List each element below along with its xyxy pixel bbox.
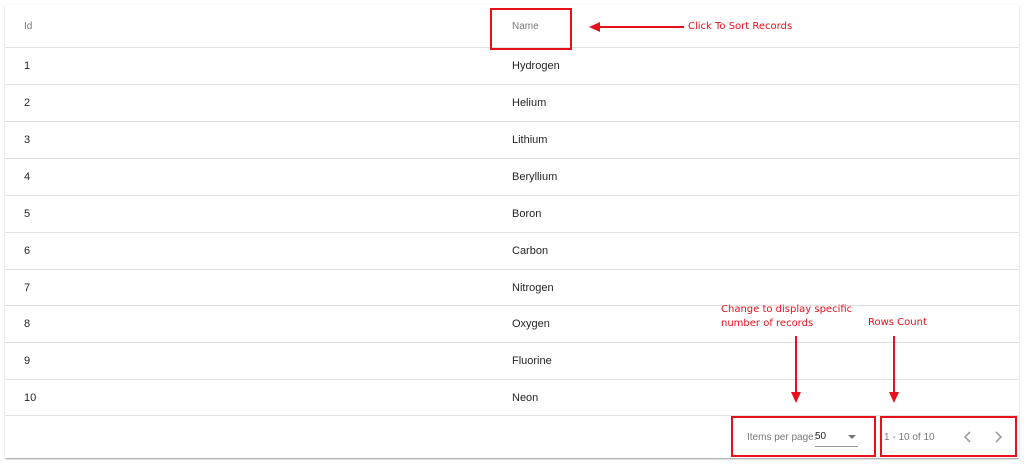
cell-name: Hydrogen <box>512 60 560 72</box>
table-row[interactable]: 5 Boron <box>5 196 1019 233</box>
cell-name: Helium <box>512 97 547 109</box>
rows-count-annotation: Rows Count <box>868 317 927 328</box>
cell-id: 5 <box>24 208 31 220</box>
cell-name: Beryllium <box>512 171 558 183</box>
cell-id: 10 <box>24 391 37 404</box>
table-row[interactable]: 1 Hydrogen <box>5 48 1019 85</box>
cell-id: 2 <box>24 97 31 109</box>
column-header-id[interactable]: Id <box>24 5 32 47</box>
cell-name: Neon <box>512 391 539 404</box>
table-row[interactable]: 2 Helium <box>5 85 1019 122</box>
cell-id: 4 <box>24 171 31 183</box>
table-row[interactable]: 10 Neon <box>5 380 1019 416</box>
table-row[interactable]: 4 Beryllium <box>5 159 1019 196</box>
cell-id: 1 <box>24 60 31 72</box>
cell-name: Fluorine <box>512 355 552 367</box>
cell-name: Boron <box>512 208 542 220</box>
table-row[interactable]: 9 Fluorine <box>5 343 1019 380</box>
table-row[interactable]: 8 Oxygen <box>5 306 1019 343</box>
cell-name: Lithium <box>512 134 548 146</box>
cell-id: 6 <box>24 245 31 257</box>
sort-highlight-box <box>490 8 572 50</box>
table-row[interactable]: 3 Lithium <box>5 122 1019 159</box>
cell-name: Nitrogen <box>512 281 554 294</box>
cell-id: 9 <box>24 355 31 367</box>
cell-id: 3 <box>24 134 31 146</box>
table-row[interactable]: 6 Carbon <box>5 233 1019 270</box>
rows-count-highlight-box <box>880 416 1017 457</box>
sort-annotation: Click To Sort Records <box>688 21 793 32</box>
cell-name: Oxygen <box>512 318 550 330</box>
cell-id: 7 <box>24 281 31 294</box>
page-size-annotation-line1: Change to display specific <box>721 304 853 315</box>
cell-name: Carbon <box>512 245 549 257</box>
table-row[interactable]: 7 Nitrogen <box>5 270 1019 306</box>
cell-id: 8 <box>24 318 31 330</box>
page-size-annotation-line2: number of records <box>721 318 814 329</box>
page-size-highlight-box <box>731 416 876 457</box>
